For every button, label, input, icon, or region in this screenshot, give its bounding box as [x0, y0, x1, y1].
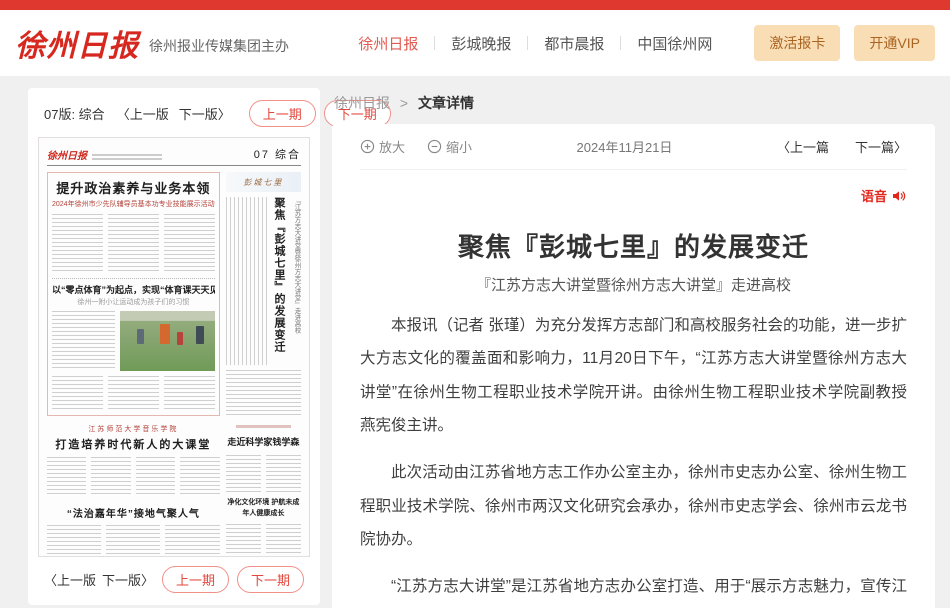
- edition-label: 07版: 综合: [44, 104, 105, 123]
- open-vip-button[interactable]: 开通VIP: [854, 25, 935, 61]
- next-page-link[interactable]: 下一版〉: [179, 104, 231, 123]
- breadcrumb-current: 文章详情: [418, 95, 474, 111]
- thumb-vertical-title: 聚焦『彭城七里』的发展变迁: [271, 197, 287, 365]
- top-red-strip: [0, 0, 950, 10]
- thumb-masthead: 徐州日报 07 综合: [47, 146, 301, 166]
- prev-issue-button-bottom[interactable]: 上一期: [162, 566, 229, 593]
- site-logo[interactable]: 徐州日报: [15, 21, 139, 65]
- breadcrumb-root[interactable]: 徐州日报: [334, 95, 390, 111]
- article-date: 2024年11月21日: [577, 137, 673, 156]
- site-nav: 徐州日报 彭城晚报 都市晨报 中国徐州网: [342, 33, 728, 54]
- breadcrumb-separator: >: [400, 95, 408, 111]
- article-paragraph: “江苏方志大讲堂”是江苏省地方志办公室打造、用于“展示方志魅力，宣传江苏地情，传…: [360, 570, 907, 608]
- newspaper-page-thumbnail[interactable]: 徐州日报 07 综合 提升政治素养与业务本领 2024年徐州市少先队辅导员基本功…: [38, 137, 310, 557]
- next-issue-button-bottom[interactable]: 下一期: [237, 566, 304, 593]
- thumb-headline-2: 以“零点体育”为起点，实现“体育课天天见”: [52, 283, 215, 296]
- activate-card-button[interactable]: 激活报卡: [754, 25, 840, 61]
- zoom-in-button[interactable]: 放大: [360, 137, 405, 156]
- bottom-page-nav: 〈上一版 下一版〉 上一期 下一期: [28, 557, 320, 605]
- page: 徐州日报 徐州报业传媒集团主办 徐州日报 彭城晚报 都市晨报 中国徐州网 激活报…: [0, 0, 950, 608]
- main-content: 07版: 综合 〈上一版 下一版〉 上一期 下一期 徐州日报 07 综合: [0, 76, 950, 608]
- thumb-headline-1: 提升政治素养与业务本领: [52, 178, 215, 197]
- thumb-masthead-logo: 徐州日报: [47, 147, 87, 162]
- thumb-kicker-bar: [236, 425, 291, 428]
- thumbnail-photo: [120, 311, 214, 371]
- article-toolbar: 放大 缩小 2024年11月21日 〈上一篇 下一篇〉: [360, 124, 907, 170]
- nav-item-city-morning[interactable]: 都市晨报: [528, 33, 620, 54]
- edition-card: 07版: 综合 〈上一版 下一版〉 上一期 下一期 徐州日报 07 综合: [28, 88, 320, 605]
- next-page-link-bottom[interactable]: 下一版〉: [102, 570, 154, 589]
- thumb-headline-5: 走近科学家钱学森: [226, 435, 301, 448]
- prev-article-button[interactable]: 〈上一篇: [777, 137, 829, 156]
- right-column: 徐州日报 > 文章详情 放大 缩小: [332, 88, 935, 608]
- edition-toolbar: 07版: 综合 〈上一版 下一版〉 上一期 下一期: [28, 88, 320, 135]
- thumb-subhead-1: 2024年徐州市少先队辅导员基本功专业技能展示活动举行: [52, 199, 215, 209]
- nav-item-china-xuzhou-net[interactable]: 中国徐州网: [621, 33, 728, 54]
- nav-item-xuzhou-daily[interactable]: 徐州日报: [342, 33, 434, 54]
- article-subtitle: 『江苏方志大讲堂暨徐州方志大讲堂』走进高校: [360, 274, 907, 295]
- thumb-kicker-3: 江苏师范大学音乐学院: [47, 424, 220, 434]
- site-header: 徐州日报 徐州报业传媒集团主办 徐州日报 彭城晚报 都市晨报 中国徐州网 激活报…: [0, 10, 950, 76]
- thumb-headline-3: 打造培养时代新人的大课堂: [47, 436, 220, 452]
- site-tagline: 徐州报业传媒集团主办: [149, 36, 289, 56]
- thumb-headline-4: “法治嘉年华”接地气聚人气: [47, 505, 220, 520]
- prev-issue-button[interactable]: 上一期: [249, 100, 316, 127]
- speaker-icon: [891, 188, 907, 204]
- left-column: 07版: 综合 〈上一版 下一版〉 上一期 下一期 徐州日报 07 综合: [28, 88, 320, 608]
- breadcrumb: 徐州日报 > 文章详情: [332, 88, 935, 124]
- zoom-in-icon: [360, 139, 375, 154]
- next-article-button[interactable]: 下一篇〉: [855, 137, 907, 156]
- prev-page-link-bottom[interactable]: 〈上一版: [44, 570, 96, 589]
- article-paragraph: 本报讯（记者 张瑾）为充分发挥方志部门和高校服务社会的功能，进一步扩大方志文化的…: [360, 309, 907, 442]
- thumb-vertical-text: [226, 197, 267, 365]
- thumb-left-articles: 提升政治素养与业务本领 2024年徐州市少先队辅导员基本功专业技能展示活动举行 …: [47, 172, 220, 557]
- thumb-headline-6: 净化文化环境 护航未成年人健康成长: [226, 498, 301, 519]
- thumb-masthead-dateline: [92, 152, 254, 162]
- thumb-page-label: 07 综合: [254, 146, 301, 162]
- thumb-subhead-2: 徐州一附小让运动成为孩子们的习惯: [52, 297, 215, 307]
- article-card: 放大 缩小 2024年11月21日 〈上一篇 下一篇〉: [332, 124, 935, 608]
- thumb-vertical-subtitle: 『江苏方志大讲堂暨徐州方志大讲堂』走进高校: [291, 197, 301, 365]
- zoom-out-button[interactable]: 缩小: [427, 137, 472, 156]
- header-buttons: 激活报卡 开通VIP: [754, 25, 935, 61]
- zoom-out-icon: [427, 139, 442, 154]
- nav-item-pengcheng-evening[interactable]: 彭城晚报: [435, 33, 527, 54]
- article-title: 聚焦『彭城七里』的发展变迁: [360, 227, 907, 264]
- prev-page-link[interactable]: 〈上一版: [117, 104, 169, 123]
- article-paragraph: 此次活动由江苏省地方志工作办公室主办，徐州市史志办公室、徐州生物工程职业技术学院…: [360, 456, 907, 556]
- thumb-featured-box: 提升政治素养与业务本领 2024年徐州市少先队辅导员基本功专业技能展示活动举行 …: [47, 172, 220, 416]
- voice-button[interactable]: 语音: [861, 186, 907, 205]
- thumb-right-column: 彭城七里 聚焦『彭城七里』的发展变迁 『江苏方志大讲堂暨徐州方志大讲堂』走进高校…: [226, 172, 301, 557]
- thumb-banner-art: 彭城七里: [226, 172, 301, 192]
